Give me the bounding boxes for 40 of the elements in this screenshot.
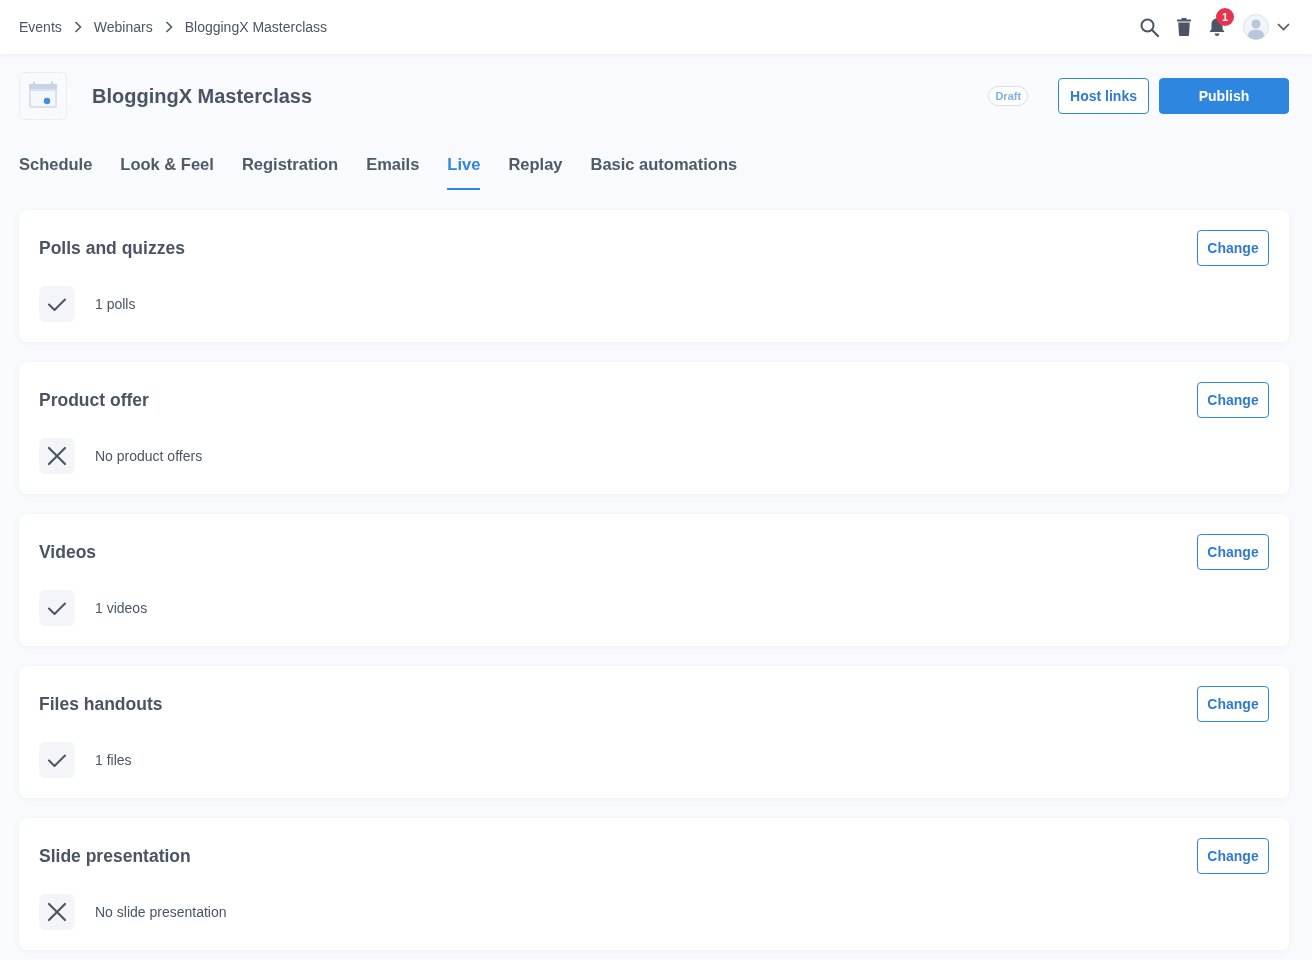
section-summary: 1 files <box>95 752 132 768</box>
search-icon <box>1140 17 1159 37</box>
section-summary: 1 polls <box>95 296 136 312</box>
tab[interactable]: Basic automations <box>590 150 738 190</box>
section-summary: No slide presentation <box>95 904 227 920</box>
breadcrumb-link[interactable]: Events <box>19 19 62 35</box>
chevron-down-icon <box>1277 23 1290 31</box>
section-summary: No product offers <box>95 448 203 464</box>
change-button[interactable]: Change <box>1197 230 1269 266</box>
breadcrumb-link[interactable]: BloggingX Masterclass <box>184 19 328 35</box>
section-title: Product offer <box>39 389 149 411</box>
tab[interactable]: Schedule <box>19 150 93 190</box>
change-button[interactable]: Change <box>1197 838 1269 874</box>
host-links-button[interactable]: Host links <box>1058 78 1149 114</box>
account-menu-button[interactable] <box>1243 14 1290 40</box>
tab[interactable]: Look & Feel <box>120 150 214 190</box>
breadcrumb-link[interactable]: Webinars <box>93 19 153 35</box>
section-summary: 1 videos <box>95 600 148 616</box>
status-badge: Draft <box>988 86 1029 106</box>
calendar-icon <box>19 72 67 120</box>
tab[interactable]: Emails <box>366 150 420 190</box>
chevron-right-icon <box>73 21 82 33</box>
change-button[interactable]: Change <box>1197 686 1269 722</box>
avatar-icon <box>1243 14 1269 40</box>
section-title: Slide presentation <box>39 845 191 867</box>
change-button[interactable]: Change <box>1197 382 1269 418</box>
tab[interactable]: Replay <box>508 150 563 190</box>
publish-button[interactable]: Publish <box>1159 78 1289 114</box>
event-title: BloggingX Masterclass <box>92 84 313 108</box>
section-title: Files handouts <box>39 693 163 715</box>
search-button[interactable] <box>1140 17 1159 37</box>
change-button[interactable]: Change <box>1197 534 1269 570</box>
trash-icon <box>1177 18 1191 36</box>
chevron-right-icon <box>164 21 173 33</box>
section-title: Polls and quizzes <box>39 237 185 259</box>
delete-button[interactable] <box>1177 18 1191 36</box>
section-title: Videos <box>39 541 97 563</box>
tab[interactable]: Live <box>447 150 481 190</box>
tab[interactable]: Registration <box>241 150 339 190</box>
notification-count-badge: 1 <box>1216 8 1234 26</box>
